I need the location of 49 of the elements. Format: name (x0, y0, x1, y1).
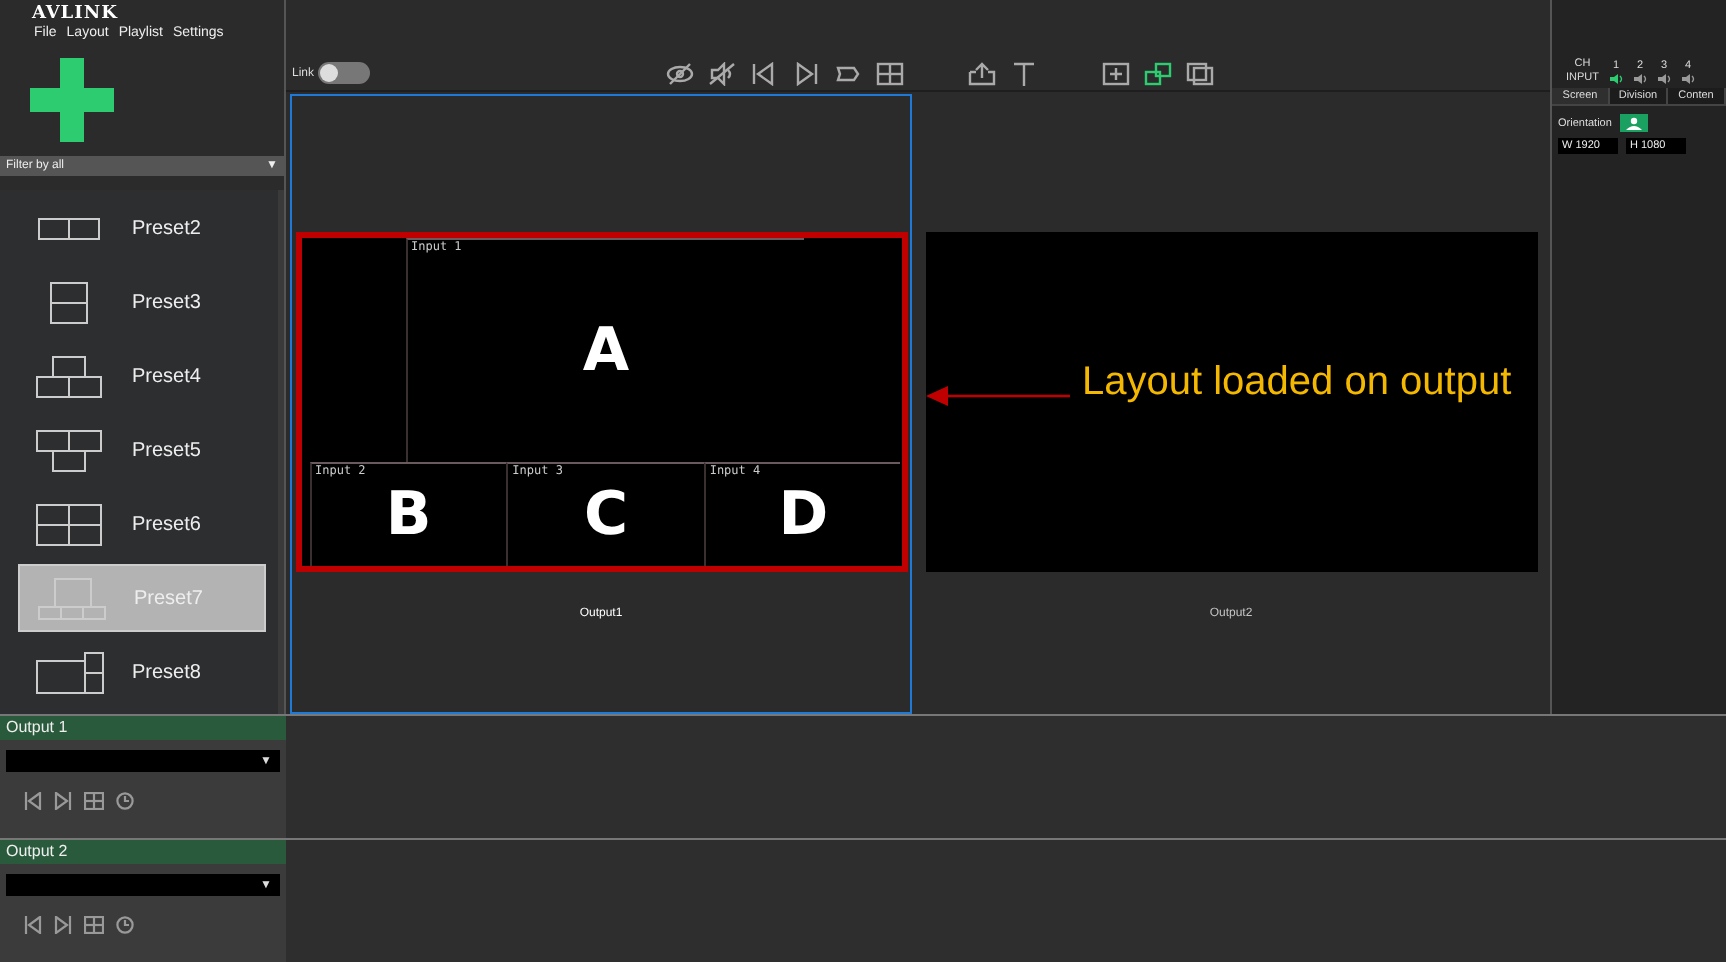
preset-item[interactable]: Preset5 (18, 416, 266, 484)
window-letter: A (582, 316, 630, 386)
layout-icon (37, 577, 105, 619)
speaker-off-icon[interactable] (708, 61, 737, 85)
stack-icon[interactable] (1186, 61, 1215, 85)
app-logo: AVLINK (30, 2, 118, 24)
layout-icon (38, 217, 100, 239)
window-letter: B (385, 480, 432, 550)
speaker-icon[interactable] (1609, 74, 1623, 84)
layout-icon (35, 651, 103, 693)
preset-item[interactable]: Preset8 (18, 638, 266, 706)
preset-item[interactable]: Preset4 (18, 342, 266, 410)
layout-icon (36, 355, 102, 397)
frame-icon[interactable] (1102, 61, 1131, 85)
skip-forward-icon[interactable] (792, 61, 821, 85)
skip-back-icon[interactable] (24, 916, 42, 934)
grid-icon[interactable] (876, 61, 905, 85)
window-letter: D (778, 480, 829, 550)
speaker-icon[interactable] (1657, 74, 1671, 84)
skip-back-icon[interactable] (750, 61, 779, 85)
grid-icon[interactable] (84, 792, 104, 810)
annotation-text: Layout loaded on output (1082, 360, 1512, 406)
skip-back-icon[interactable] (24, 792, 42, 810)
layout-icon (36, 429, 102, 471)
skip-forward-icon[interactable] (54, 792, 72, 810)
eye-off-icon[interactable] (666, 61, 695, 85)
landscape-icon[interactable] (1619, 114, 1648, 132)
output-panel-title: Output 2 (0, 840, 286, 864)
speaker-icon[interactable] (1633, 74, 1647, 84)
grid-icon[interactable] (84, 916, 104, 934)
clock-icon[interactable] (116, 916, 134, 934)
label-icon[interactable] (834, 61, 863, 85)
preset-item[interactable]: Preset2 (18, 194, 266, 262)
preset-item[interactable]: Preset3 (18, 268, 266, 336)
clock-icon[interactable] (116, 792, 134, 810)
text-icon[interactable] (1010, 61, 1039, 85)
layout-icon (50, 281, 88, 323)
layout-icon (36, 503, 102, 545)
arrow-icon (926, 384, 1070, 408)
window-letter: C (583, 480, 628, 550)
export-icon[interactable] (968, 61, 997, 85)
output-panel-title: Output 1 (0, 716, 286, 740)
cascade-icon[interactable] (1144, 61, 1173, 85)
link-toggle[interactable] (318, 62, 371, 84)
speaker-icon[interactable] (1681, 74, 1695, 84)
preset-item[interactable]: Preset6 (18, 490, 266, 558)
add-icon[interactable] (30, 58, 114, 142)
skip-forward-icon[interactable] (54, 916, 72, 934)
output-screen[interactable] (925, 232, 1537, 572)
